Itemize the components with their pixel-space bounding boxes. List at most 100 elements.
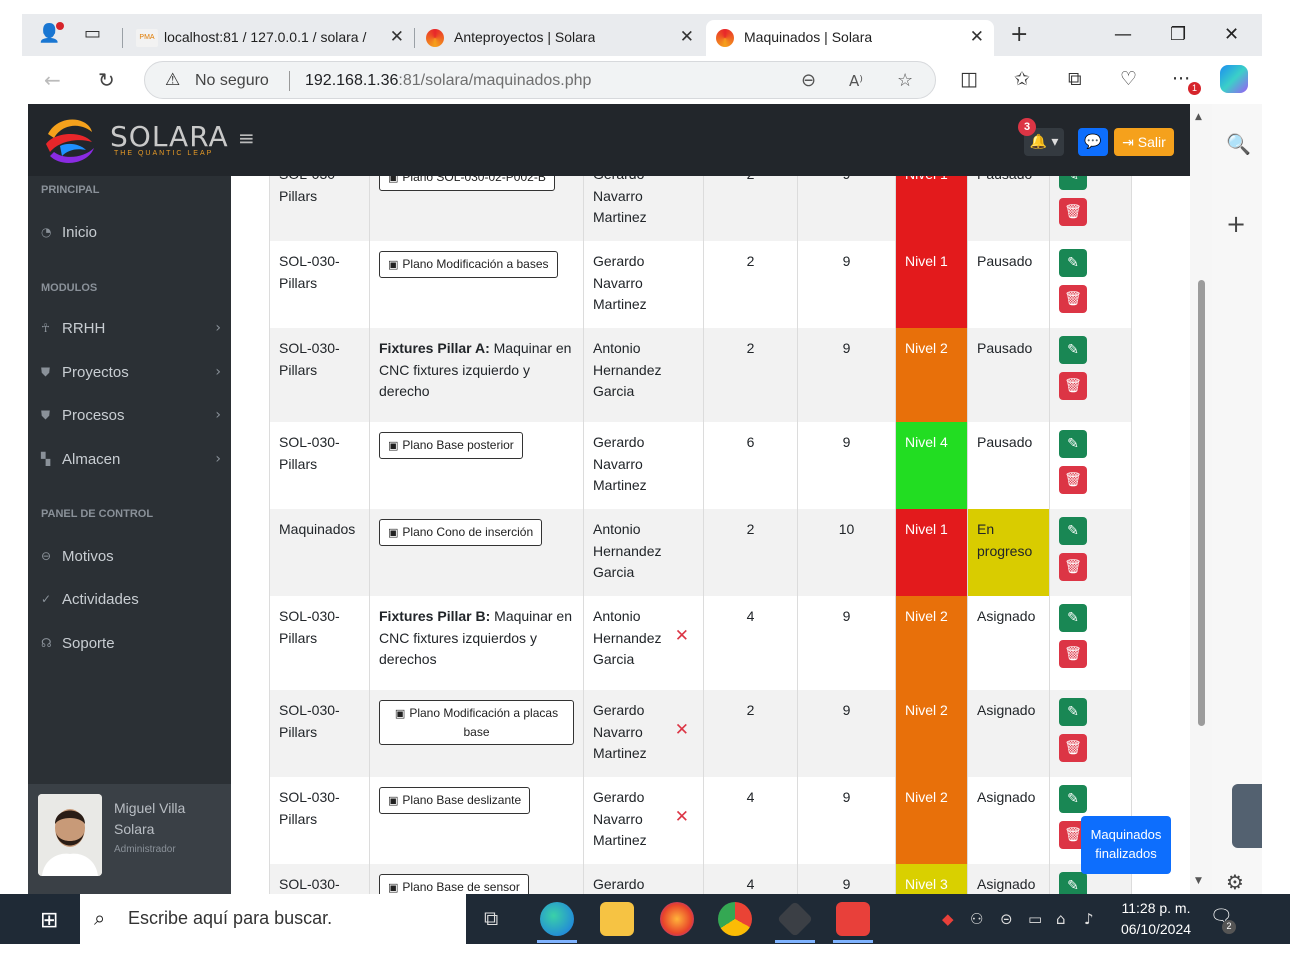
sidebar-item-rrhh[interactable]: ☥ RRHH › bbox=[41, 320, 221, 344]
favorites-icon[interactable]: ✩ bbox=[1014, 68, 1030, 90]
favorite-star-icon[interactable]: ☆ bbox=[897, 70, 913, 91]
chrome-icon[interactable] bbox=[718, 902, 752, 936]
notifications-count-badge: 3 bbox=[1018, 118, 1036, 136]
delete-button[interactable]: 🗑 bbox=[1059, 734, 1087, 762]
edge-app-icon[interactable] bbox=[540, 902, 574, 936]
close-icon[interactable]: ✕ bbox=[390, 27, 404, 47]
file-icon: ▣ bbox=[388, 439, 399, 452]
sidebar-item-proyectos[interactable]: ⛊ Proyectos › bbox=[41, 364, 221, 388]
status-text: Pausado bbox=[977, 340, 1033, 356]
scroll-up-arrow-icon[interactable]: ▲ bbox=[1195, 112, 1202, 122]
remove-assignee-icon[interactable]: ✕ bbox=[675, 720, 689, 742]
logout-button[interactable]: ⇥ Salir bbox=[1114, 128, 1174, 156]
window-close-icon[interactable]: ✕ bbox=[1224, 24, 1239, 45]
scroll-down-arrow-icon[interactable]: ▼ bbox=[1195, 876, 1202, 886]
cell-value-1: 2 bbox=[703, 328, 798, 422]
chat-button[interactable]: 💬 bbox=[1078, 128, 1108, 156]
delete-button[interactable]: 🗑 bbox=[1059, 198, 1087, 226]
search-icon[interactable]: 🔍 bbox=[1226, 132, 1251, 156]
cell-status: En progreso bbox=[967, 509, 1050, 596]
tray-volume-muted-icon[interactable]: ♪ bbox=[1084, 910, 1094, 928]
copilot-icon[interactable] bbox=[1220, 65, 1248, 93]
reload-icon[interactable]: ↻ bbox=[98, 68, 115, 92]
tab-maquinados[interactable]: Maquinados | Solara ✕ bbox=[706, 20, 994, 56]
level-badge: Nivel 4 bbox=[905, 434, 948, 450]
taskbar-search-box[interactable]: ⌕ Escribe aquí para buscar. bbox=[80, 894, 466, 944]
plano-button[interactable]: ▣ Plano Base posterior bbox=[379, 432, 523, 459]
tray-network-icon[interactable]: ⌂ bbox=[1056, 910, 1066, 928]
edit-button[interactable]: ✎ bbox=[1059, 176, 1087, 190]
plano-button[interactable]: ▣ Plano SOL-030-02-P002-B bbox=[379, 176, 555, 191]
edit-button[interactable]: ✎ bbox=[1059, 249, 1087, 277]
zoom-out-icon[interactable]: ⊖ bbox=[801, 70, 816, 91]
file-explorer-icon[interactable] bbox=[600, 902, 634, 936]
tab-anteproyectos[interactable]: Anteproyectos | Solara ✕ bbox=[416, 20, 704, 56]
plano-button[interactable]: ▣ Plano Modificación a bases bbox=[379, 251, 558, 278]
project-name: SOL-030-Pillars bbox=[279, 702, 340, 740]
plano-button[interactable]: ▣ Plano Base deslizante bbox=[379, 787, 531, 814]
plano-button[interactable]: ▣ Plano Base de sensor bbox=[379, 874, 529, 894]
firefox-icon[interactable] bbox=[660, 902, 694, 936]
plano-button[interactable]: ▣ Plano Cono de inserción bbox=[379, 519, 543, 546]
edit-button[interactable]: ✎ bbox=[1059, 336, 1087, 364]
browser-essentials-icon[interactable]: ♡ bbox=[1120, 68, 1137, 90]
back-icon[interactable]: ← bbox=[44, 68, 61, 92]
tab-phpmyadmin[interactable]: PMA localhost:81 / 127.0.0.1 / solara / … bbox=[126, 20, 414, 56]
sidebar-item-soporte[interactable]: ☊ Soporte bbox=[41, 635, 221, 659]
close-icon[interactable]: ✕ bbox=[970, 27, 984, 47]
new-tab-icon[interactable]: + bbox=[1010, 22, 1028, 47]
hamburger-menu-icon[interactable]: ≡ bbox=[238, 126, 255, 150]
scrollbar-thumb[interactable] bbox=[1198, 280, 1205, 726]
plano-button[interactable]: ▣ Plano Modificación a placas base bbox=[379, 700, 574, 745]
read-aloud-icon[interactable]: A⁾ bbox=[849, 72, 863, 90]
edit-button[interactable]: ✎ bbox=[1059, 785, 1087, 813]
sidebar-item-procesos[interactable]: ⛊ Procesos › bbox=[41, 407, 221, 431]
edit-button[interactable]: ✎ bbox=[1059, 872, 1087, 894]
sidebar-item-almacen[interactable]: ▚ Almacen › bbox=[41, 451, 221, 475]
sidebar-item-label: Soporte bbox=[62, 635, 115, 652]
settings-gear-icon[interactable]: ⚙ bbox=[1226, 870, 1244, 894]
restore-icon[interactable]: ❐ bbox=[1170, 24, 1186, 45]
delete-button[interactable]: 🗑 bbox=[1059, 640, 1087, 668]
minimize-icon[interactable]: — bbox=[1114, 24, 1132, 45]
git-client-icon[interactable] bbox=[776, 900, 814, 938]
delete-button[interactable]: 🗑 bbox=[1059, 466, 1087, 494]
plano-label: Plano Base posterior bbox=[402, 438, 514, 452]
tray-anydesk-icon[interactable]: ◆ bbox=[942, 910, 954, 928]
split-screen-icon[interactable]: ◫ bbox=[960, 68, 978, 90]
sidebar-item-motivos[interactable]: ⊖ Motivos bbox=[41, 548, 221, 572]
edge-side-panel-tab[interactable] bbox=[1232, 784, 1262, 848]
remove-assignee-icon[interactable]: ✕ bbox=[675, 807, 689, 829]
delete-button[interactable]: 🗑 bbox=[1059, 553, 1087, 581]
close-icon[interactable]: ✕ bbox=[680, 27, 694, 47]
delete-button[interactable]: 🗑 bbox=[1059, 372, 1087, 400]
maquinados-finalizados-button[interactable]: Maquinados finalizados bbox=[1081, 816, 1171, 874]
cell-description: ▣ Plano Base de sensor bbox=[369, 864, 584, 894]
sidebar-item-actividades[interactable]: ✓ Actividades bbox=[41, 591, 221, 615]
sidebar-item-inicio[interactable]: ◔ Inicio bbox=[41, 224, 221, 248]
tray-monitor-icon[interactable]: ▭ bbox=[1028, 910, 1042, 928]
edit-button[interactable]: ✎ bbox=[1059, 698, 1087, 726]
anydesk-icon[interactable] bbox=[836, 902, 870, 936]
tab-actions-icon[interactable]: ▭ bbox=[84, 23, 101, 44]
remove-assignee-icon[interactable]: ✕ bbox=[675, 626, 689, 648]
tray-people-icon[interactable]: ⚇ bbox=[970, 910, 983, 928]
collections-icon[interactable]: ⧉ bbox=[1068, 68, 1082, 90]
avatar bbox=[38, 794, 102, 876]
add-icon[interactable]: + bbox=[1226, 210, 1246, 238]
tray-vpn-icon[interactable]: ⊝ bbox=[1000, 910, 1013, 928]
edit-button[interactable]: ✎ bbox=[1059, 604, 1087, 632]
url-field[interactable]: ⚠ No seguro 192.168.1.36:81/solara/maqui… bbox=[144, 61, 936, 99]
edit-button[interactable]: ✎ bbox=[1059, 430, 1087, 458]
task-view-icon[interactable]: ⧉ bbox=[484, 906, 498, 930]
user-panel[interactable]: Miguel Villa Solara Administrador bbox=[28, 784, 231, 894]
taskbar-clock[interactable]: 11:28 p. m. 06/10/2024 bbox=[1116, 898, 1196, 940]
not-secure-label[interactable]: No seguro bbox=[195, 72, 269, 90]
edit-button[interactable]: ✎ bbox=[1059, 517, 1087, 545]
table-row: SOL-030-Pillars ▣ Plano Base posterior Gera… bbox=[269, 422, 1132, 509]
windows-start-icon[interactable]: ⊞ bbox=[40, 908, 58, 933]
delete-button[interactable]: 🗑 bbox=[1059, 285, 1087, 313]
cell-level: Nivel 4 bbox=[895, 422, 968, 509]
vertical-scrollbar[interactable]: ▲ ▼ bbox=[1190, 104, 1212, 894]
cell-level: Nivel 2 bbox=[895, 328, 968, 422]
